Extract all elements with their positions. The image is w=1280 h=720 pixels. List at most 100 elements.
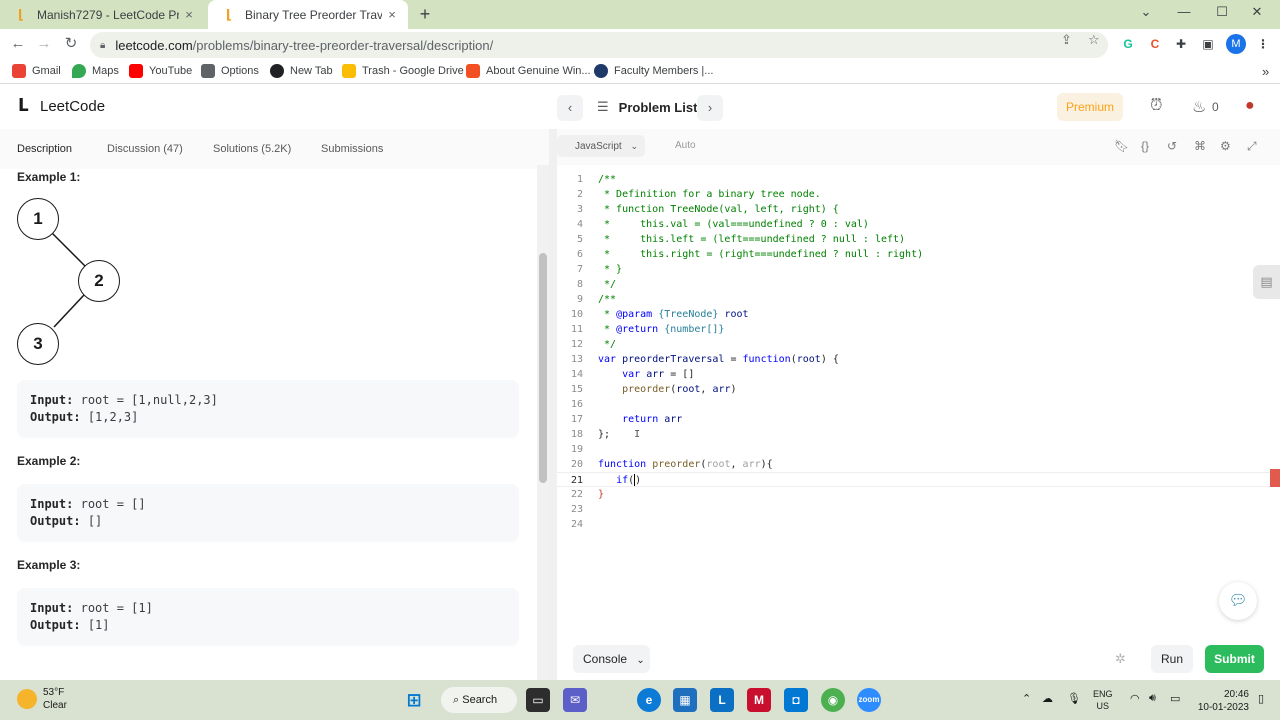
chat-feedback-icon[interactable]: 💬︎ xyxy=(1219,582,1257,620)
premium-button[interactable]: Premium xyxy=(1057,93,1123,121)
outlook-icon[interactable]: ◘ xyxy=(784,688,808,712)
side-panel-icon[interactable]: ▣ xyxy=(1200,36,1216,52)
bookmark-faculty-members[interactable]: Faculty Members |... xyxy=(594,64,713,78)
run-button[interactable]: Run xyxy=(1151,645,1193,673)
task-view-icon[interactable]: ▭ xyxy=(526,688,550,712)
browser-menu-icon[interactable]: ⋮ xyxy=(1255,36,1271,52)
problem-list-button[interactable]: ☰ Problem List xyxy=(597,99,697,115)
bookmark-options[interactable]: Options xyxy=(201,64,259,78)
shortcuts-command-icon[interactable]: ⌘ xyxy=(1194,139,1206,153)
taskbar-clock[interactable]: 20:46 10-01-2023 xyxy=(1193,688,1249,714)
mcafee-icon[interactable]: M xyxy=(747,688,771,712)
code-text: * this.left = (left===undefined ? null :… xyxy=(598,234,906,245)
code-line: 16 xyxy=(557,397,1280,412)
browser-tab-leetcode-profile[interactable]: ⌊ Manish7279 - LeetCode Profile × xyxy=(0,0,205,29)
line-number: 20 xyxy=(570,459,583,470)
battery-icon[interactable]: ▭ xyxy=(1170,692,1180,705)
reload-icon[interactable]: ↻ xyxy=(61,34,81,54)
line-number: 2 xyxy=(576,189,583,200)
bookmark-gmail[interactable]: Gmail xyxy=(12,64,61,78)
wifi-icon[interactable]: ◠ xyxy=(1130,692,1140,705)
taskbar-search[interactable]: ⌕ Search xyxy=(441,687,517,713)
tab-solutions[interactable]: Solutions (5.2K) xyxy=(213,143,291,155)
prev-problem-chevron-icon[interactable]: ‹ xyxy=(557,95,583,121)
maximize-button[interactable]: ☐ xyxy=(1210,4,1234,20)
close-window-button[interactable]: ✕ xyxy=(1245,4,1269,20)
tab-search-icon[interactable]: ⌄ xyxy=(1134,4,1158,20)
line-number: 14 xyxy=(570,369,583,380)
tab-discussion[interactable]: Discussion (47) xyxy=(107,143,183,155)
grammarly-extension-icon[interactable]: G xyxy=(1120,36,1136,52)
leetcode-logo[interactable]: ᒪ LeetCode xyxy=(18,97,105,115)
console-button[interactable]: Console ⌄ xyxy=(573,645,650,673)
fullscreen-expand-icon[interactable]: ⤢ xyxy=(1247,139,1257,154)
windows-start-icon[interactable]: ⊞ xyxy=(402,688,426,712)
profile-avatar[interactable]: M xyxy=(1226,34,1246,54)
next-problem-chevron-icon[interactable]: › xyxy=(697,95,723,121)
youtube-icon xyxy=(129,64,143,78)
address-bar[interactable]: 🔒︎ leetcode.com/problems/binary-tree-pre… xyxy=(90,32,1108,58)
weather-text: 53°F Clear xyxy=(43,686,67,712)
panel-splitter[interactable] xyxy=(549,129,557,680)
store-icon[interactable]: ▦ xyxy=(673,688,697,712)
tray-overflow-chevron-icon[interactable]: ⌃ xyxy=(1022,692,1031,705)
bookmark-trash-drive[interactable]: Trash - Google Drive xyxy=(342,64,464,78)
code-text: }; I xyxy=(598,429,641,440)
example-3-output: Output: [1] xyxy=(30,617,506,634)
debug-bug-icon[interactable]: ✲ xyxy=(1115,651,1126,667)
braces-format-icon[interactable]: {} xyxy=(1141,139,1149,153)
alarm-clock-icon[interactable]: ⏰︎ xyxy=(1150,97,1162,115)
edge-browser-icon[interactable]: e xyxy=(637,688,661,712)
extension-c-icon[interactable]: C xyxy=(1147,36,1163,52)
code-line: 10 * @param {TreeNode} root xyxy=(557,307,1280,322)
tab-title: Binary Tree Preorder Traversal - L xyxy=(245,7,382,22)
bookmark-label: Options xyxy=(221,65,259,77)
volume-icon[interactable]: 🔊︎ xyxy=(1149,692,1156,705)
bookmark-genuine-windows[interactable]: About Genuine Win... xyxy=(466,64,591,78)
browser-tab-preorder-traversal[interactable]: ⌊ Binary Tree Preorder Traversal - L × xyxy=(208,0,408,29)
temperature: 53°F xyxy=(43,687,65,698)
close-tab-icon[interactable]: × xyxy=(382,7,402,22)
share-icon[interactable]: ⇪ xyxy=(1061,32,1072,48)
submit-button[interactable]: Submit xyxy=(1205,645,1264,673)
notes-side-icon[interactable]: ▤ xyxy=(1253,265,1280,299)
chrome-icon[interactable]: ◉ xyxy=(821,688,845,712)
language-select[interactable]: JavaScript ⌄ xyxy=(557,135,645,157)
zoom-icon[interactable]: zoom xyxy=(857,688,881,712)
example-2-output: Output: [] xyxy=(30,513,506,530)
description-scrollbar-thumb[interactable] xyxy=(539,253,547,483)
tree-edge xyxy=(51,232,87,268)
line-number: 5 xyxy=(576,234,583,245)
reset-code-icon[interactable]: ↺ xyxy=(1167,139,1177,153)
back-arrow-icon[interactable]: ← xyxy=(8,34,28,54)
leetcode-favicon-icon: ⌊ xyxy=(18,6,24,22)
bookmarks-overflow-icon[interactable]: » xyxy=(1262,64,1269,79)
l-app-icon[interactable]: L xyxy=(710,688,734,712)
bookmark-icon[interactable]: 🔖︎ xyxy=(1114,139,1129,153)
code-area[interactable]: 1 /** 2 * Definition for a binary tree no… xyxy=(557,171,1280,631)
google-drive-icon xyxy=(342,64,356,78)
weather-widget[interactable]: 53°F Clear xyxy=(17,686,67,712)
settings-gear-icon[interactable]: ⚙ xyxy=(1220,139,1231,153)
browser-tab-strip: ⌊ Manish7279 - LeetCode Profile × ⌊ Bina… xyxy=(0,0,1280,29)
tree-node: 1 xyxy=(17,198,59,240)
user-avatar-icon[interactable]: ● xyxy=(1245,97,1255,115)
fire-streak-icon[interactable]: ♨ xyxy=(1192,97,1206,117)
bookmark-youtube[interactable]: YouTube xyxy=(129,64,192,78)
extensions-puzzle-icon[interactable]: ✚ xyxy=(1173,36,1189,52)
teams-chat-icon[interactable]: ✉ xyxy=(563,688,587,712)
tab-description[interactable]: Description xyxy=(17,143,72,155)
bookmark-new-tab[interactable]: New Tab xyxy=(270,64,333,78)
onedrive-cloud-icon[interactable]: ☁ xyxy=(1042,692,1053,705)
forward-arrow-icon[interactable]: → xyxy=(34,34,54,54)
tab-submissions[interactable]: Submissions xyxy=(321,143,383,155)
bookmark-star-icon[interactable]: ☆ xyxy=(1088,32,1100,48)
auto-mode-select[interactable]: Auto xyxy=(675,140,696,151)
microphone-icon[interactable]: 🎙︎ xyxy=(1067,692,1081,705)
minimize-button[interactable]: — xyxy=(1172,4,1196,19)
notification-icon[interactable]: ▯ xyxy=(1258,692,1264,705)
new-tab-button[interactable]: + xyxy=(416,4,434,24)
close-tab-icon[interactable]: × xyxy=(179,7,199,22)
language-indicator[interactable]: ENG US xyxy=(1093,688,1113,712)
bookmark-maps[interactable]: Maps xyxy=(72,64,119,78)
